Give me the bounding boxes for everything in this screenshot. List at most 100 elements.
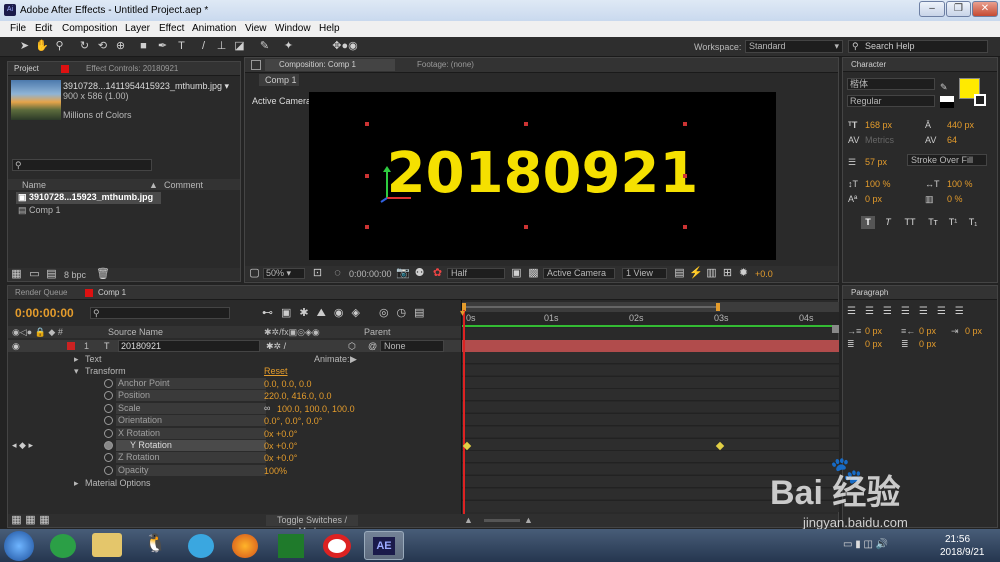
orbit-camera-icon[interactable]: ⟲ bbox=[96, 40, 109, 53]
pan-behind-icon[interactable]: ⊕ bbox=[114, 40, 127, 53]
property-value[interactable]: 0.0, 0.0, 0.0 bbox=[264, 378, 312, 390]
snapshot-camera-icon[interactable]: 📷 bbox=[396, 267, 410, 280]
resolution-select[interactable]: Half bbox=[447, 268, 505, 279]
property-value[interactable]: 0x +0.0° bbox=[264, 428, 297, 440]
work-area-end-handle[interactable] bbox=[716, 303, 720, 311]
brush-tool-icon[interactable]: / bbox=[197, 40, 210, 53]
tracking-value[interactable]: 64 bbox=[947, 135, 957, 145]
transform-group-row[interactable]: ▾ Transform Reset bbox=[8, 365, 466, 377]
timeline-icon[interactable]: ▥ bbox=[705, 267, 718, 280]
col-parent[interactable]: Parent bbox=[364, 327, 391, 337]
new-folder-icon[interactable]: ▭ bbox=[28, 268, 41, 281]
layer-duration-bar[interactable] bbox=[462, 340, 839, 352]
subscript-button[interactable]: T₁ bbox=[965, 216, 981, 229]
tab-footage[interactable]: Footage: (none) bbox=[417, 60, 474, 69]
bounding-handle[interactable] bbox=[683, 122, 687, 126]
superscript-button[interactable]: T¹ bbox=[945, 216, 961, 229]
reset-link[interactable]: Reset bbox=[264, 366, 288, 376]
layer-row[interactable]: ◉ 1 T 20180921 ✱✲ / ⬡ @ None bbox=[8, 340, 461, 352]
property-row[interactable]: Scale ∞ 100.0, 100.0, 100.0 bbox=[8, 403, 466, 415]
col-source-name[interactable]: Source Name bbox=[108, 327, 163, 337]
project-item-comp[interactable]: ▤ Comp 1 bbox=[16, 205, 161, 217]
clock-time[interactable]: 21:56 bbox=[945, 534, 970, 545]
bounding-handle[interactable] bbox=[524, 225, 528, 229]
clock-date[interactable]: 2018/9/21 bbox=[940, 547, 985, 558]
collapse-arrow-icon[interactable]: ▾ bbox=[74, 366, 79, 377]
keyframe-navigator-icon[interactable]: ◂ ◆ ▸ bbox=[12, 440, 33, 451]
stroke-mode-select[interactable]: Stroke Over Fill bbox=[907, 154, 987, 166]
new-comp-icon[interactable]: ▤ bbox=[45, 268, 58, 281]
faux-bold-button[interactable]: T bbox=[861, 216, 875, 229]
exposure-value[interactable]: +0.0 bbox=[755, 269, 773, 279]
tab-render-queue[interactable]: Render Queue bbox=[15, 288, 67, 297]
pen-tool-icon[interactable]: ✒ bbox=[156, 40, 169, 53]
parent-select[interactable]: None bbox=[380, 340, 444, 352]
horizontal-scale-value[interactable]: 100 % bbox=[947, 179, 973, 189]
maximize-button[interactable]: ❐ bbox=[946, 1, 971, 17]
hand-tool-icon[interactable]: ✋ bbox=[35, 40, 49, 53]
timeline-switch-icons[interactable]: ⊷▣✱⛰◉◈ ◎◷▤ bbox=[262, 306, 433, 320]
mask-visibility-icon[interactable]: ◌ bbox=[331, 267, 344, 280]
modes-pane-icon[interactable]: ▦ bbox=[24, 514, 37, 527]
zoom-in-icon[interactable]: ▲ bbox=[524, 515, 533, 525]
fast-previews-icon[interactable]: ⚡ bbox=[689, 267, 703, 280]
region-of-interest-icon[interactable]: ▣ bbox=[510, 267, 523, 280]
timeline-timecode[interactable]: 0:00:00:00 bbox=[15, 306, 74, 320]
taskbar-app-icon[interactable] bbox=[278, 534, 304, 558]
property-value[interactable]: 0x +0.0° bbox=[264, 452, 297, 464]
tab-comp1[interactable]: Comp 1 bbox=[98, 288, 126, 297]
black-white-swatch[interactable] bbox=[940, 96, 954, 108]
time-ruler[interactable]: 0s 01s 02s 03s 04s bbox=[462, 312, 839, 328]
timeline-end-marker[interactable] bbox=[832, 325, 839, 333]
taskbar-app-360-icon[interactable] bbox=[50, 534, 76, 558]
material-group-row[interactable]: ▸ Material Options bbox=[8, 477, 466, 489]
roto-brush-icon[interactable]: ✎ bbox=[258, 40, 271, 53]
comp-subtab[interactable]: Comp 1 bbox=[259, 74, 299, 86]
taskbar-recorder-icon[interactable] bbox=[323, 534, 351, 558]
property-value[interactable]: 0.0°, 0.0°, 0.0° bbox=[264, 415, 322, 427]
rotate-tool-icon[interactable]: ↻ bbox=[78, 40, 91, 53]
toggle-switches-modes-button[interactable]: Toggle Switches / Modes bbox=[266, 515, 358, 536]
show-snapshot-icon[interactable]: ⚉ bbox=[413, 267, 426, 280]
lock-icon[interactable] bbox=[251, 60, 261, 70]
property-row[interactable]: Position 220.0, 416.0, 0.0 bbox=[8, 390, 466, 402]
tab-project[interactable]: Project bbox=[14, 64, 39, 73]
property-row[interactable]: X Rotation 0x +0.0° bbox=[8, 428, 466, 440]
property-value[interactable]: 220.0, 416.0, 0.0 bbox=[264, 390, 332, 402]
start-button[interactable] bbox=[4, 531, 34, 561]
menu-composition[interactable]: Composition bbox=[62, 23, 118, 34]
comp-timecode[interactable]: 0:00:00:00 bbox=[349, 269, 392, 279]
space-after-value[interactable]: 0 px bbox=[919, 339, 936, 349]
menu-file[interactable]: File bbox=[10, 23, 26, 34]
property-value[interactable]: 0x +0.0° bbox=[264, 440, 297, 452]
bounding-handle[interactable] bbox=[365, 122, 369, 126]
baseline-shift-value[interactable]: 0 px bbox=[865, 194, 882, 204]
interpret-footage-icon[interactable]: ▦ bbox=[10, 268, 23, 281]
pixel-aspect-icon[interactable]: ▤ bbox=[673, 267, 686, 280]
vertical-scale-value[interactable]: 100 % bbox=[865, 179, 891, 189]
always-preview-icon[interactable]: ▢ bbox=[248, 267, 261, 280]
flowchart-icon[interactable]: ⊞ bbox=[721, 267, 734, 280]
puppet-pin-icon[interactable]: ✦ bbox=[282, 40, 295, 53]
transparency-grid-icon[interactable]: ▩ bbox=[527, 267, 540, 280]
expand-arrow-icon[interactable]: ▸ bbox=[74, 354, 79, 365]
layer-switches[interactable]: ✱✲ / bbox=[266, 341, 286, 352]
bounding-handle[interactable] bbox=[683, 174, 687, 178]
close-button[interactable]: ✕ bbox=[972, 1, 998, 17]
stroke-color-swatch[interactable] bbox=[974, 94, 986, 106]
taskbar-explorer-icon[interactable] bbox=[92, 533, 122, 557]
stopwatch-icon[interactable] bbox=[104, 391, 113, 400]
3d-axis-gizmo-icon[interactable] bbox=[377, 164, 417, 204]
taskbar-firefox-icon[interactable] bbox=[232, 534, 258, 558]
property-row[interactable]: Anchor Point 0.0, 0.0, 0.0 bbox=[8, 378, 466, 390]
layer-switches-pane-icon[interactable]: ▦ bbox=[10, 514, 23, 527]
tab-effect-controls[interactable]: Effect Controls: 20180921 bbox=[86, 64, 178, 73]
stopwatch-icon[interactable] bbox=[104, 404, 113, 413]
project-search-input[interactable]: ⚲ bbox=[12, 159, 152, 171]
playhead-icon[interactable]: ▾ bbox=[460, 308, 465, 319]
current-time-indicator[interactable] bbox=[463, 310, 465, 514]
stopwatch-icon[interactable] bbox=[104, 466, 113, 475]
tab-composition[interactable]: Composition: Comp 1 bbox=[279, 60, 356, 69]
workspace-select[interactable]: Standard ▾ bbox=[745, 40, 843, 53]
timeline-zoom-slider[interactable] bbox=[484, 519, 520, 522]
